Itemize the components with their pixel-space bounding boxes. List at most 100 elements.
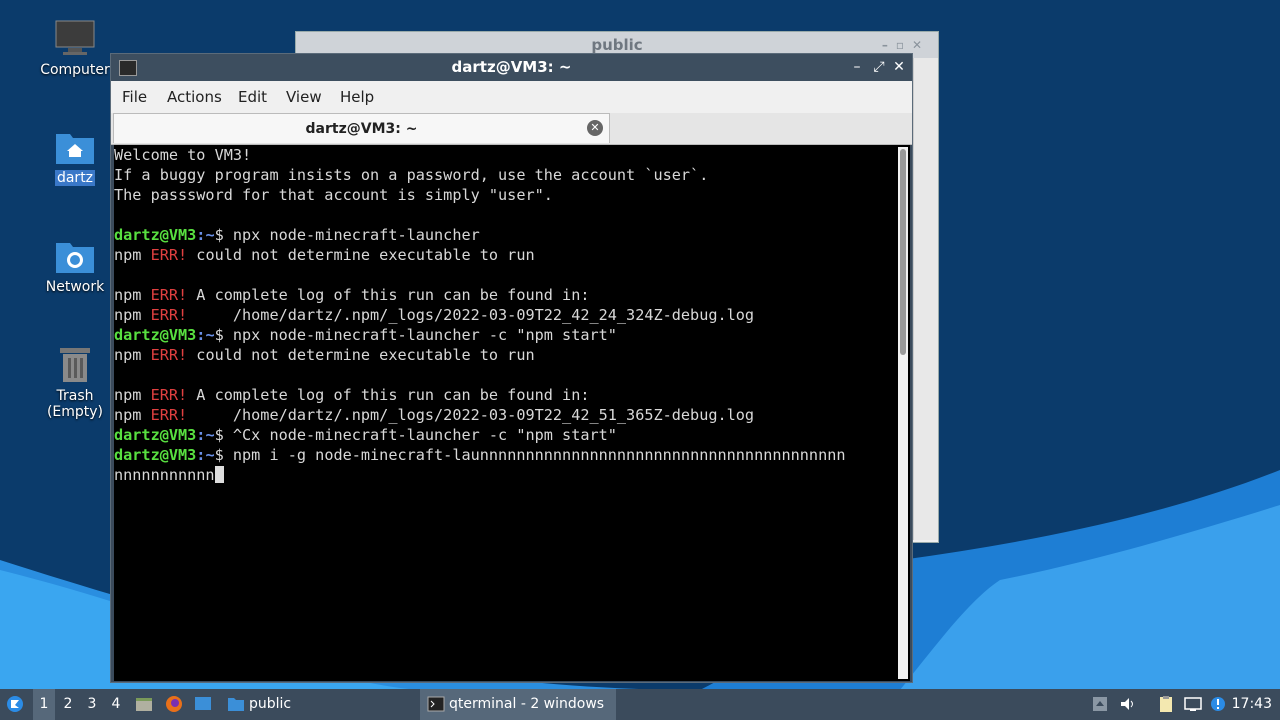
- terminal-text: Welcome to VM3! If a buggy program insist…: [114, 145, 904, 485]
- menu-help[interactable]: Help: [340, 81, 374, 113]
- command-text: $ npx node-minecraft-launcher -c "npm st…: [214, 326, 617, 344]
- network-tray-icon[interactable]: [1184, 695, 1202, 713]
- terminal-line: npm ERR! could not determine executable …: [114, 245, 904, 265]
- prompt-dir: :~: [196, 426, 215, 444]
- workspace-1[interactable]: 1: [33, 689, 55, 720]
- npm-prefix: npm: [114, 346, 151, 364]
- command-text: $ ^Cx node-minecraft-launcher -c "npm st…: [214, 426, 617, 444]
- background-window-title: public: [591, 36, 643, 54]
- show-desktop-icon[interactable]: [194, 695, 212, 713]
- terminal-line: npm ERR! /home/dartz/.npm/_logs/2022-03-…: [114, 405, 904, 425]
- error-tag: ERR!: [150, 286, 188, 304]
- file-manager-launcher-icon[interactable]: [135, 695, 153, 713]
- terminal-line: Welcome to VM3!: [114, 146, 252, 164]
- terminal-window[interactable]: dartz@VM3: ~ – ⤢ ✕ File Actions Edit Vie…: [110, 53, 913, 683]
- terminal-window-title: dartz@VM3: ~: [451, 58, 572, 76]
- error-tag: ERR!: [150, 386, 188, 404]
- folder-icon: [228, 698, 244, 711]
- desktop-icon-label: Computer: [40, 62, 110, 78]
- task-qterminal[interactable]: qterminal - 2 windows: [420, 689, 616, 720]
- terminal-line: If a buggy program insists on a password…: [114, 166, 709, 184]
- trash-icon: [60, 348, 90, 382]
- command-continuation: nnnnnnnnnnn: [114, 466, 215, 484]
- workspace-4[interactable]: 4: [105, 689, 127, 720]
- task-qterminal-label: qterminal - 2 windows: [449, 696, 605, 712]
- terminal-output[interactable]: Welcome to VM3! If a buggy program insist…: [114, 145, 910, 681]
- clipboard-icon[interactable]: [1157, 695, 1175, 713]
- error-tag: ERR!: [150, 306, 188, 324]
- error-message: A complete log of this run can be found …: [187, 286, 590, 304]
- tab-close-icon[interactable]: ✕: [587, 120, 603, 136]
- desktop-icon-label: Network: [45, 279, 105, 295]
- close-icon[interactable]: ✕: [890, 58, 908, 76]
- desktop-icon-label: Trash (Empty): [46, 388, 104, 420]
- terminal-line: npm ERR! /home/dartz/.npm/_logs/2022-03-…: [114, 305, 904, 325]
- firefox-icon[interactable]: [165, 695, 183, 713]
- tray-up-arrow-icon[interactable]: [1091, 695, 1109, 713]
- error-tag: ERR!: [150, 406, 188, 424]
- background-window-side: [913, 58, 938, 540]
- network-folder-icon: [56, 243, 94, 273]
- terminal-scrollbar[interactable]: [898, 147, 908, 679]
- npm-prefix: npm: [114, 406, 151, 424]
- prompt-dir: :~: [196, 326, 215, 344]
- prompt-dir: :~: [196, 446, 215, 464]
- home-folder-icon: [56, 134, 94, 164]
- update-notifier-icon[interactable]: [1209, 695, 1227, 713]
- menu-view[interactable]: View: [286, 81, 322, 113]
- npm-prefix: npm: [114, 306, 151, 324]
- error-message: could not determine executable to run: [187, 246, 535, 264]
- task-public-label: public: [249, 696, 292, 712]
- minimize-icon[interactable]: –: [848, 58, 866, 76]
- error-tag: ERR!: [150, 346, 188, 364]
- tab-bar: dartz@VM3: ~ ✕: [111, 113, 912, 145]
- volume-icon[interactable]: [1119, 695, 1137, 713]
- menu-edit[interactable]: Edit: [238, 81, 267, 113]
- error-message: /home/dartz/.npm/_logs/2022-03-09T22_42_…: [187, 306, 755, 324]
- error-tag: ERR!: [150, 246, 188, 264]
- terminal-line: npm ERR! A complete log of this run can …: [114, 285, 904, 305]
- terminal-titlebar[interactable]: dartz@VM3: ~ – ⤢ ✕: [111, 54, 912, 81]
- prompt-user: dartz@VM3: [114, 446, 197, 464]
- terminal-line: dartz@VM3:~$ npx node-minecraft-launcher…: [114, 325, 904, 345]
- task-public[interactable]: public: [224, 689, 404, 720]
- taskbar: 1 2 3 4 public qterminal - 2 windows 17:…: [0, 689, 1280, 720]
- terminal-line: The passsword for that account is simply…: [114, 186, 553, 204]
- menu-file[interactable]: File: [122, 81, 147, 113]
- prompt-user: dartz@VM3: [114, 426, 197, 444]
- prompt-user: dartz@VM3: [114, 326, 197, 344]
- npm-prefix: npm: [114, 386, 151, 404]
- terminal-line: dartz@VM3:~$ ^Cx node-minecraft-launcher…: [114, 425, 904, 445]
- app-menu-icon[interactable]: [6, 695, 24, 713]
- terminal-line: nnnnnnnnnnn: [114, 465, 904, 485]
- terminal-line: npm ERR! A complete log of this run can …: [114, 385, 904, 405]
- desktop-icon-label: dartz: [54, 170, 96, 186]
- desktop-icon-trash[interactable]: Trash (Empty): [27, 346, 123, 420]
- npm-prefix: npm: [114, 246, 151, 264]
- command-text: $ npm i -g node-minecraft-launnnnnnnnnnn…: [214, 446, 846, 464]
- desktop-icon-network[interactable]: Network: [27, 237, 123, 295]
- prompt-user: dartz@VM3: [114, 226, 197, 244]
- npm-prefix: npm: [114, 286, 151, 304]
- terminal-task-icon: [427, 696, 445, 712]
- error-message: /home/dartz/.npm/_logs/2022-03-09T22_42_…: [187, 406, 755, 424]
- desktop-icon-computer[interactable]: Computer: [27, 20, 123, 78]
- menu-actions[interactable]: Actions: [167, 81, 222, 113]
- maximize-icon[interactable]: ⤢: [870, 58, 888, 76]
- prompt-dir: :~: [196, 226, 215, 244]
- desktop-icon-dartz[interactable]: dartz: [27, 128, 123, 186]
- tab-terminal[interactable]: dartz@VM3: ~ ✕: [113, 113, 610, 143]
- workspace-3[interactable]: 3: [81, 689, 103, 720]
- error-message: A complete log of this run can be found …: [187, 386, 590, 404]
- command-text: $ npx node-minecraft-launcher: [214, 226, 480, 244]
- terminal-line: dartz@VM3:~$ npx node-minecraft-launcher: [114, 225, 904, 245]
- error-message: could not determine executable to run: [187, 346, 535, 364]
- workspace-2[interactable]: 2: [57, 689, 79, 720]
- tab-label: dartz@VM3: ~: [305, 121, 418, 137]
- scrollbar-thumb[interactable]: [900, 149, 906, 355]
- menubar: File Actions Edit View Help: [111, 81, 912, 113]
- clock[interactable]: 17:43: [1232, 689, 1272, 720]
